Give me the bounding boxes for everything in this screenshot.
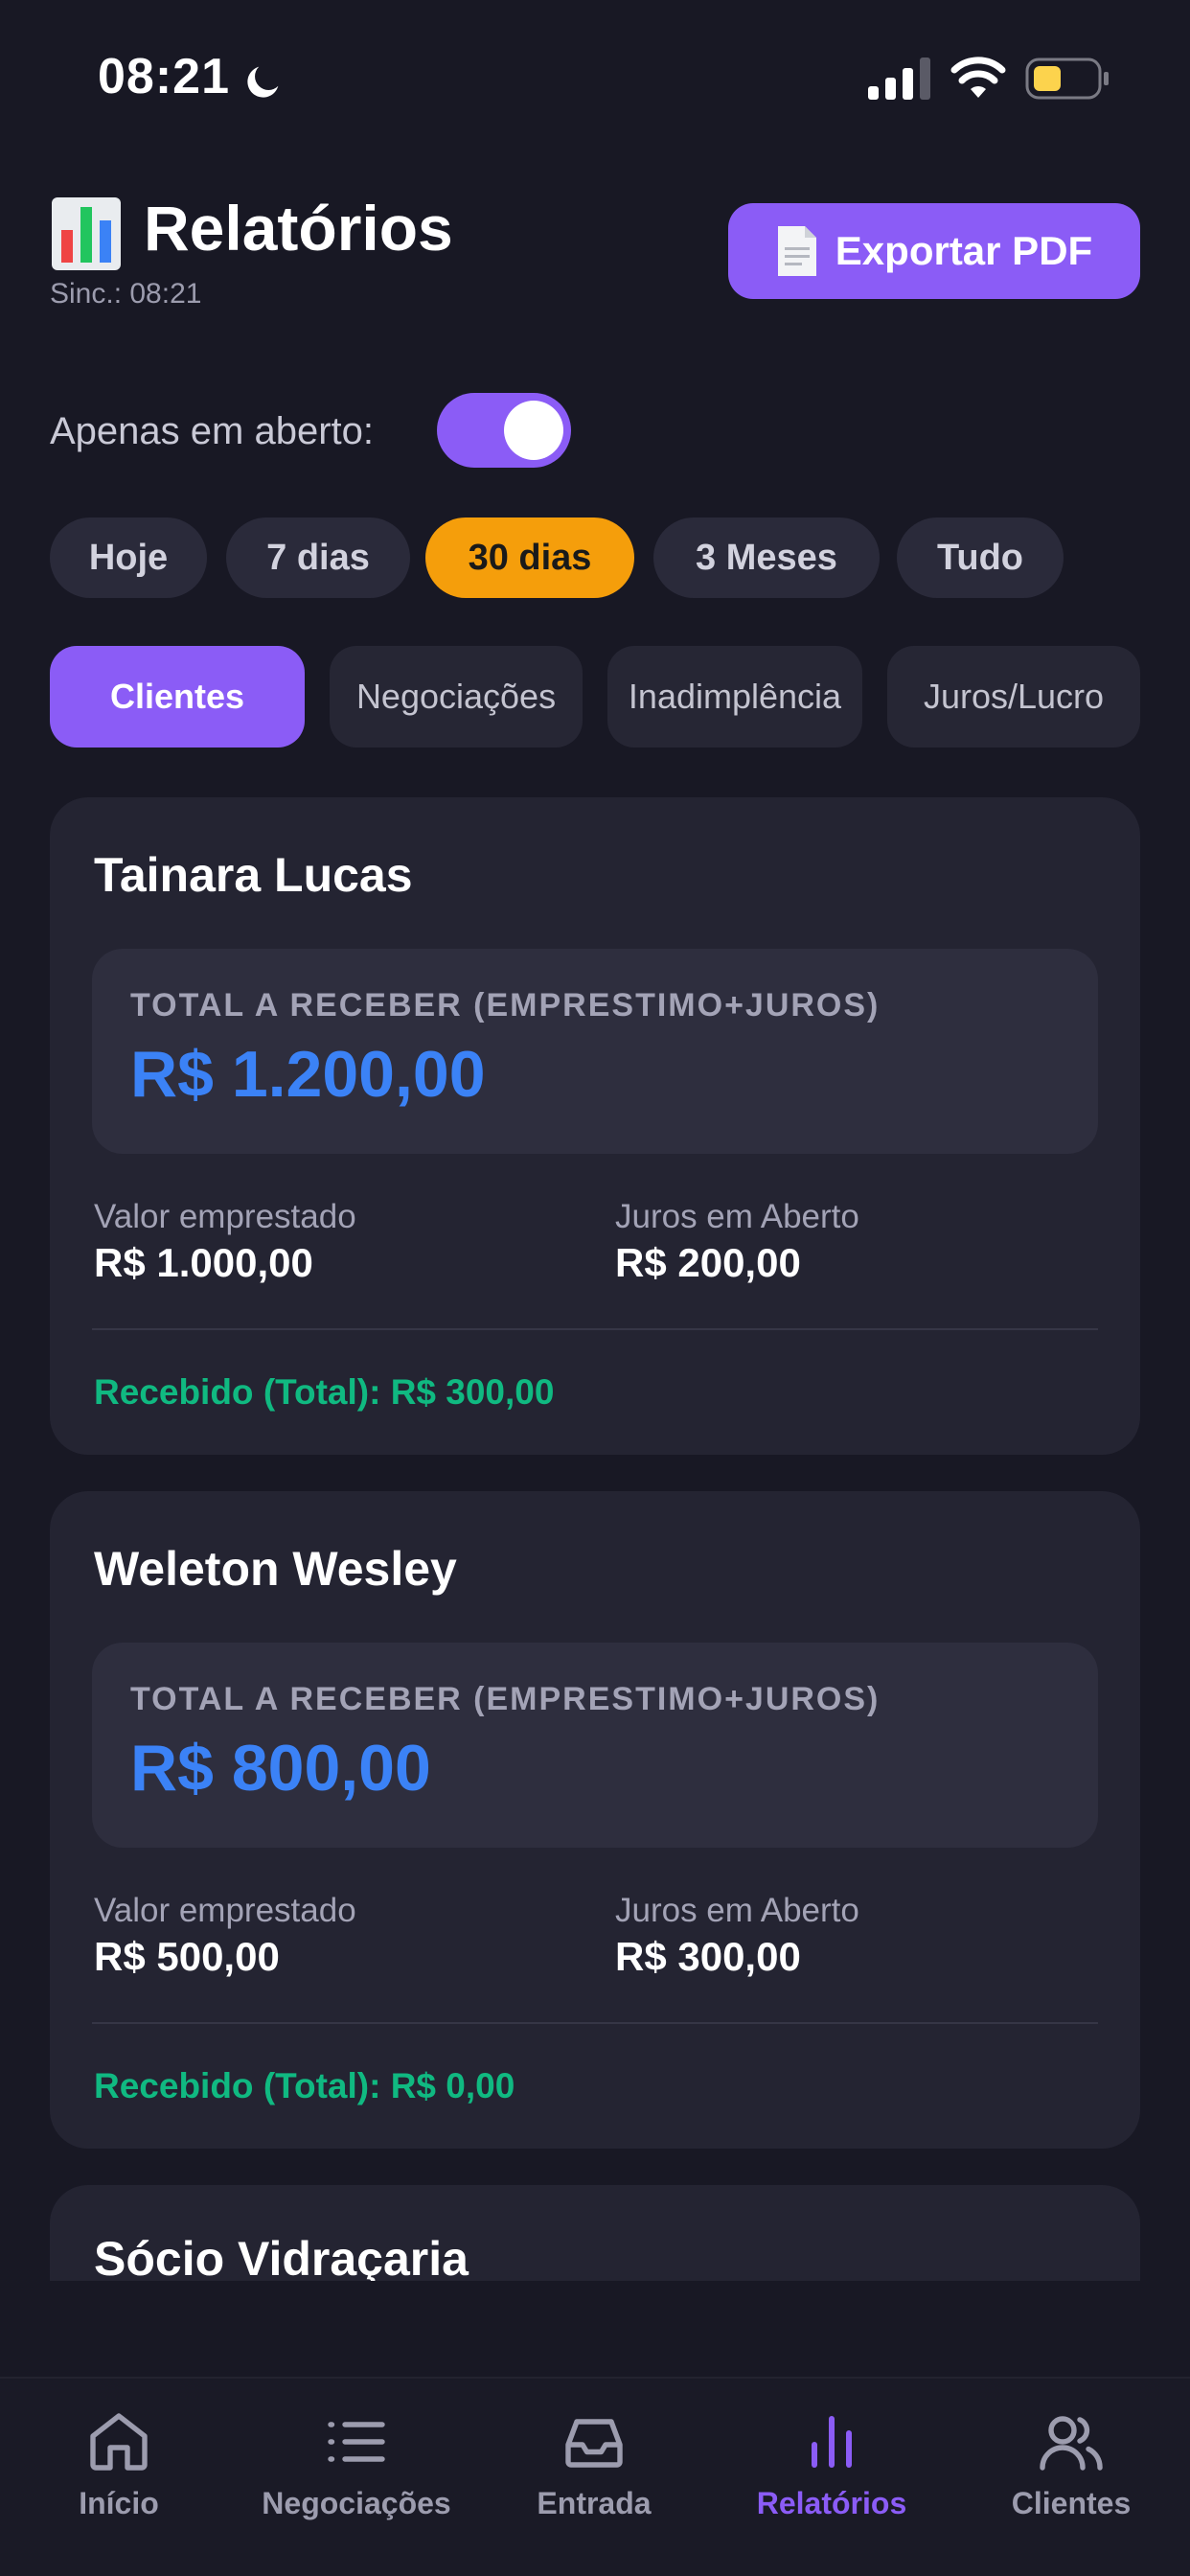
tab-clientes[interactable]: Clientes — [50, 646, 305, 748]
period-chip-7-dias[interactable]: 7 dias — [226, 518, 410, 598]
bar-chart-nav-icon — [812, 2416, 852, 2468]
list-icon — [328, 2422, 385, 2462]
total-label: TOTAL A RECEBER (EMPRESTIMO+JUROS) — [130, 987, 881, 1024]
received-total: Recebido (Total): R$ 0,00 — [94, 2066, 515, 2105]
client-card[interactable]: Tainara Lucas TOTAL A RECEBER (EMPRESTIM… — [50, 797, 1140, 1455]
nav-label: Negociações — [262, 2486, 451, 2520]
home-icon — [90, 2413, 148, 2471]
export-pdf-label: Exportar PDF — [835, 228, 1093, 273]
nav-label: Entrada — [537, 2486, 652, 2520]
total-value: R$ 1.200,00 — [130, 1038, 486, 1111]
interest-label: Juros em Aberto — [615, 1198, 859, 1235]
wifi-icon — [950, 57, 1006, 98]
interest-label: Juros em Aberto — [615, 1892, 859, 1929]
received-total: Recebido (Total): R$ 300,00 — [94, 1372, 555, 1412]
period-chip-30-dias[interactable]: 30 dias — [425, 518, 634, 598]
status-time: 08:21 — [98, 49, 230, 104]
period-chip-hoje[interactable]: Hoje — [50, 518, 207, 598]
lent-value: R$ 1.000,00 — [94, 1240, 313, 1285]
total-value: R$ 800,00 — [130, 1732, 431, 1805]
tab-negociacoes[interactable]: Negociações — [330, 646, 583, 748]
nav-item-relatorios[interactable]: Relatórios — [713, 2407, 950, 2551]
lent-label: Valor emprestado — [94, 1892, 356, 1929]
client-name: Weleton Wesley — [94, 1542, 457, 1596]
open-only-label: Apenas em aberto: — [50, 410, 374, 452]
toggle-knob — [504, 401, 563, 460]
divider — [92, 1328, 1098, 1330]
nav-label: Início — [79, 2486, 159, 2520]
period-chip-tudo[interactable]: Tudo — [897, 518, 1064, 598]
nav-label: Relatórios — [756, 2486, 907, 2520]
open-only-toggle[interactable] — [437, 393, 571, 468]
sync-status: Sinc.: 08:21 — [50, 278, 202, 310]
bar-chart-icon — [52, 197, 121, 270]
total-box: TOTAL A RECEBER (EMPRESTIMO+JUROS) R$ 1.… — [92, 949, 1098, 1154]
client-name: Sócio Vidraçaria — [94, 2232, 469, 2286]
lent-value: R$ 500,00 — [94, 1934, 280, 1979]
total-label: TOTAL A RECEBER (EMPRESTIMO+JUROS) — [130, 1681, 881, 1717]
total-box: TOTAL A RECEBER (EMPRESTIMO+JUROS) R$ 80… — [92, 1643, 1098, 1848]
status-bar: 08:21 — [0, 0, 1190, 153]
inbox-icon — [565, 2419, 623, 2468]
period-chip-3-meses[interactable]: 3 Meses — [653, 518, 880, 598]
moon-icon — [247, 66, 279, 98]
scroll-fade — [0, 2281, 1190, 2377]
document-icon — [777, 226, 816, 276]
nav-item-inicio[interactable]: Início — [0, 2407, 238, 2551]
tab-juros-lucro[interactable]: Juros/Lucro — [887, 646, 1140, 748]
nav-item-negociacoes[interactable]: Negociações — [238, 2407, 475, 2551]
page-title: Relatórios — [144, 193, 453, 264]
interest-value: R$ 200,00 — [615, 1240, 801, 1285]
tab-inadimplencia[interactable]: Inadimplência — [607, 646, 862, 748]
divider — [92, 2022, 1098, 2024]
bottom-nav: Início Negociações Entrada Relatórios Cl… — [0, 2377, 1190, 2576]
interest-value: R$ 300,00 — [615, 1934, 801, 1979]
client-name: Tainara Lucas — [94, 848, 413, 902]
client-card[interactable]: Weleton Wesley TOTAL A RECEBER (EMPRESTI… — [50, 1491, 1140, 2149]
battery-icon — [1025, 58, 1109, 100]
lent-label: Valor emprestado — [94, 1198, 356, 1235]
nav-item-entrada[interactable]: Entrada — [475, 2407, 713, 2551]
nav-item-clientes[interactable]: Clientes — [952, 2407, 1190, 2551]
signal-icon — [868, 58, 930, 100]
users-icon — [1040, 2416, 1103, 2471]
nav-label: Clientes — [1011, 2486, 1132, 2520]
export-pdf-button[interactable]: Exportar PDF — [728, 203, 1140, 299]
